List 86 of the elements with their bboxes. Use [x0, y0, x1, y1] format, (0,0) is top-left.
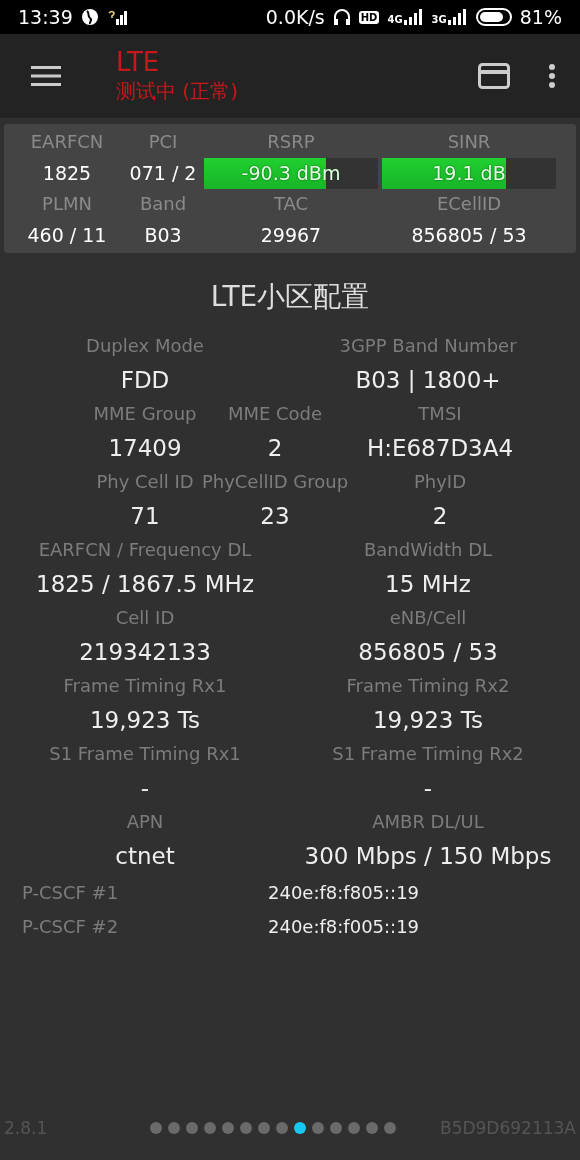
field-label: P-CSCF #1	[22, 881, 120, 903]
field-value: 1825 / 1867.5 MHz	[36, 570, 254, 599]
page-dot[interactable]	[365, 1122, 378, 1134]
field-value: 19,923 Ts	[373, 706, 483, 735]
network-speed: 0.0K/s	[265, 6, 325, 28]
page-dot[interactable]	[383, 1122, 396, 1134]
page-dot[interactable]	[149, 1122, 162, 1134]
field-value: 856805 / 53	[358, 638, 498, 667]
headphones-icon	[332, 8, 351, 26]
page-dot[interactable]	[293, 1122, 306, 1134]
signal-icon	[106, 9, 129, 25]
page-dot[interactable]	[221, 1122, 234, 1134]
field-label: PhyCellID Group	[201, 470, 349, 494]
field-value: 17409	[108, 434, 182, 463]
field-label: Duplex Mode	[86, 334, 204, 358]
card-icon	[478, 63, 510, 89]
field-value: H:E687D3A4	[366, 434, 514, 463]
field-label: SINR	[446, 130, 492, 154]
field-value: 71	[130, 502, 160, 531]
field-label: eNB/Cell	[389, 606, 467, 630]
field-value: 460 / 11	[27, 222, 107, 248]
field-label: Frame Timing Rx1	[63, 674, 227, 698]
field-value: -	[423, 774, 433, 803]
page-dot[interactable]	[311, 1122, 324, 1134]
field-label: MME Group	[93, 402, 197, 426]
field-label: TAC	[272, 192, 310, 216]
field-value: 856805 / 53	[411, 222, 527, 248]
field-value: 2	[267, 434, 283, 463]
hd-badge: HD	[358, 10, 380, 24]
menu-icon	[31, 66, 61, 86]
signal-icon	[447, 9, 468, 25]
page-dot[interactable]	[275, 1122, 288, 1134]
field-label: P-CSCF #2	[22, 915, 120, 937]
field-label: TMSI	[418, 402, 462, 426]
page-dot[interactable]	[167, 1122, 180, 1134]
clock: 13:39	[18, 6, 73, 28]
page-dot[interactable]	[203, 1122, 216, 1134]
field-value: 300 Mbps / 150 Mbps	[304, 842, 552, 871]
field-label: PLMN	[41, 192, 93, 216]
field-label: APN	[126, 810, 164, 834]
field-value: ctnet	[115, 842, 175, 871]
field-value: B03	[144, 222, 182, 248]
field-value: 2	[432, 502, 448, 531]
field-value: B03 | 1800+	[355, 366, 501, 395]
field-label: Band	[138, 192, 188, 216]
more-icon	[548, 63, 556, 89]
field-label: MME Code	[227, 402, 323, 426]
battery-icon	[475, 8, 512, 26]
field-label: PhyID	[413, 470, 467, 494]
field-label: S1 Frame Timing Rx1	[49, 742, 241, 766]
field-value: 29967	[260, 222, 322, 248]
field-value: 071 / 2	[129, 160, 197, 186]
page-dot[interactable]	[239, 1122, 252, 1134]
field-value: 15 MHz	[385, 570, 471, 599]
field-label: ECellID	[435, 192, 503, 216]
field-value: 19,923 Ts	[90, 706, 200, 735]
page-dot[interactable]	[347, 1122, 360, 1134]
field-label: EARFCN	[29, 130, 105, 154]
app-title: LTE	[116, 47, 161, 77]
field-value: 240e:f8:f805::19	[268, 881, 421, 903]
field-label: S1 Frame Timing Rx2	[332, 742, 524, 766]
field-value: 1825	[42, 160, 92, 186]
field-value: 23	[260, 502, 290, 531]
page-dot[interactable]	[185, 1122, 198, 1134]
field-label: Cell ID	[115, 606, 175, 630]
field-label: AMBR DL/UL	[372, 810, 484, 834]
field-label: EARFCN / Frequency DL	[38, 538, 252, 562]
status-subtitle: 测试中 (正常)	[116, 78, 239, 105]
field-label: PCI	[147, 130, 179, 154]
battery-percent: 81%	[519, 6, 562, 28]
field-value: -	[140, 774, 150, 803]
meter-value: 19.1 dB	[432, 162, 506, 184]
field-value: 240e:f8:f005::19	[268, 915, 421, 937]
field-label: 3GPP Band Number	[339, 334, 517, 358]
page-dot[interactable]	[329, 1122, 342, 1134]
field-label: RSRP	[266, 130, 316, 154]
section-title: LTE小区配置	[209, 279, 371, 315]
network-type: 4G	[387, 14, 403, 25]
field-value: FDD	[120, 366, 170, 395]
page-dot[interactable]	[257, 1122, 270, 1134]
field-label: Frame Timing Rx2	[346, 674, 510, 698]
signal-icon	[403, 9, 424, 25]
network-type: 3G	[431, 14, 447, 25]
field-label: BandWidth DL	[363, 538, 493, 562]
field-label: Phy Cell ID	[96, 470, 194, 494]
field-value: 219342133	[79, 638, 211, 667]
